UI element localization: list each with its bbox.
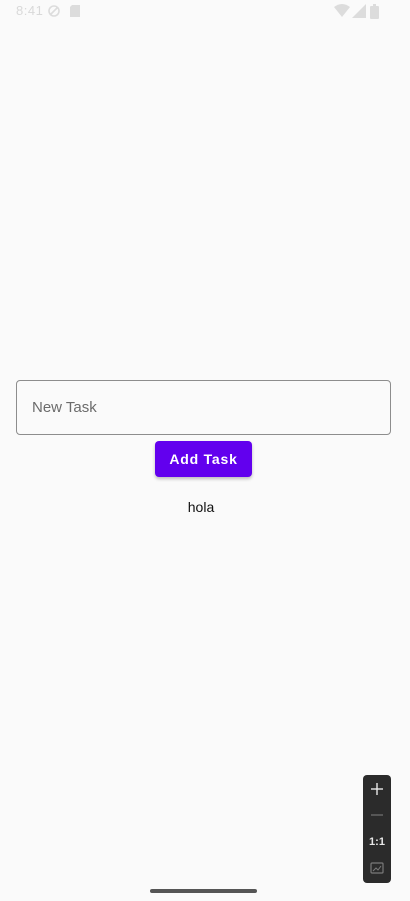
status-bar: 8:41 xyxy=(0,0,410,24)
signal-icon xyxy=(352,4,366,18)
add-task-button[interactable]: Add Task xyxy=(155,441,252,477)
new-task-input[interactable] xyxy=(16,380,391,435)
fit-screen-button[interactable] xyxy=(363,855,391,881)
home-indicator[interactable] xyxy=(150,889,257,893)
sd-card-icon xyxy=(69,4,81,18)
fit-screen-icon xyxy=(370,859,384,878)
task-list: hola xyxy=(0,498,410,516)
battery-icon xyxy=(370,4,379,19)
location-icon xyxy=(47,4,61,18)
minus-icon xyxy=(370,807,384,826)
status-time: 8:41 xyxy=(16,3,44,18)
wifi-icon xyxy=(334,4,350,18)
plus-icon xyxy=(370,781,384,800)
zoom-in-button[interactable] xyxy=(363,777,391,803)
zoom-reset-button[interactable]: 1:1 xyxy=(363,829,391,855)
zoom-controls: 1:1 xyxy=(363,775,391,883)
task-item: hola xyxy=(187,499,215,515)
zoom-out-button[interactable] xyxy=(363,803,391,829)
